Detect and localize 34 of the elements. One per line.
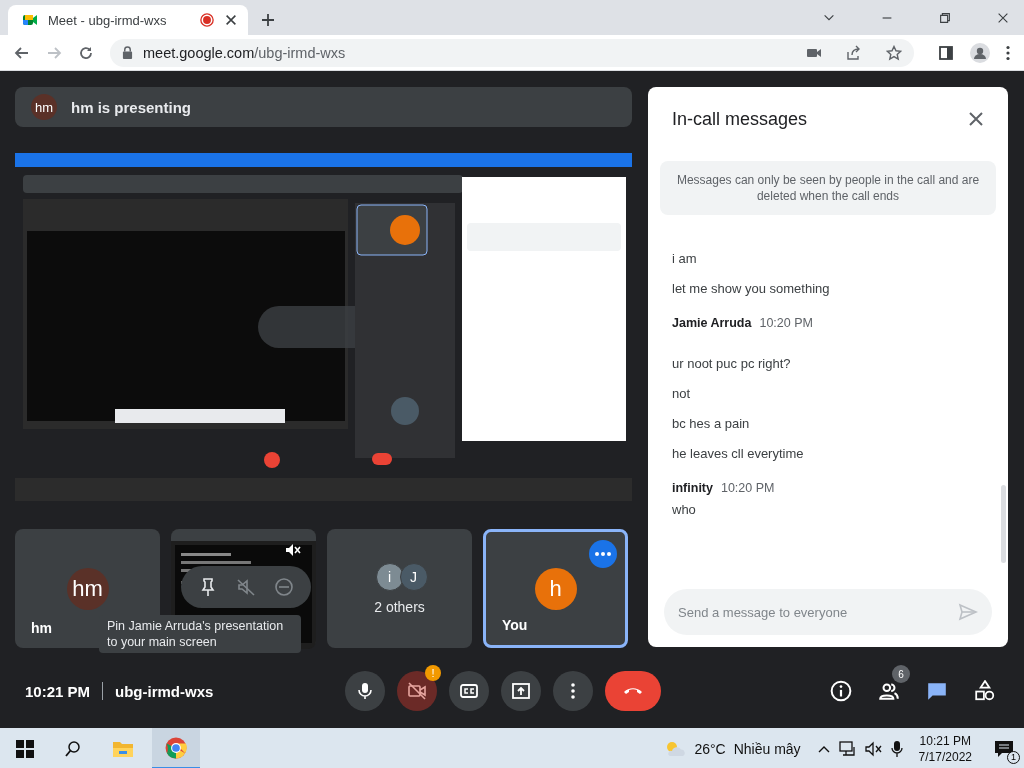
- meeting-code: ubg-irmd-wxs: [115, 682, 214, 700]
- avatar: hm: [66, 567, 109, 610]
- clock-date: 7/17/2022: [918, 748, 972, 765]
- participant-name: hm: [31, 620, 52, 636]
- tab-title: Meet - ubg-irmd-wxs: [48, 12, 168, 28]
- notification-count: 1: [1007, 750, 1020, 764]
- message-text: not: [672, 386, 692, 402]
- info-notice: Messages can only be seen by people in the call and are deleted when the call ends: [660, 161, 996, 215]
- avatar: h: [534, 567, 577, 610]
- participant-count: 2 others: [374, 598, 425, 615]
- temperature: 26°C: [694, 740, 726, 757]
- avatar: i: [375, 562, 404, 591]
- message-text: let me show you something: [672, 281, 831, 297]
- message-text: ur noot puc pc right?: [672, 356, 792, 372]
- participant-name: You: [502, 617, 528, 633]
- message-text: i am: [672, 251, 698, 267]
- clock-time: 10:21 PM: [919, 732, 971, 749]
- panel-title: In-call messages: [672, 108, 808, 130]
- count-badge: 6: [892, 665, 910, 683]
- sender-name: Jamie Arruda: [672, 315, 752, 331]
- weather-text: Nhiều mây: [733, 740, 801, 757]
- url-text: meet.google.com/ubg-irmd-wxs: [143, 44, 346, 61]
- meeting-time: 10:21 PM: [25, 682, 91, 700]
- avatar: hm: [31, 94, 57, 120]
- message-time: 10:20 PM: [759, 315, 813, 331]
- message-time: 10:20 PM: [720, 480, 775, 496]
- avatar: J: [399, 562, 428, 591]
- presenting-label: hm is presenting: [71, 98, 192, 116]
- sender-name: infinity: [672, 480, 713, 496]
- message-text: who: [672, 502, 697, 518]
- tooltip: Pin Jamie Arruda's presentation to your main screen: [99, 615, 301, 653]
- alert-badge: !: [425, 665, 441, 681]
- message-text: bc hes a pain: [672, 416, 751, 432]
- message-text: he leaves cll everytime: [672, 446, 805, 462]
